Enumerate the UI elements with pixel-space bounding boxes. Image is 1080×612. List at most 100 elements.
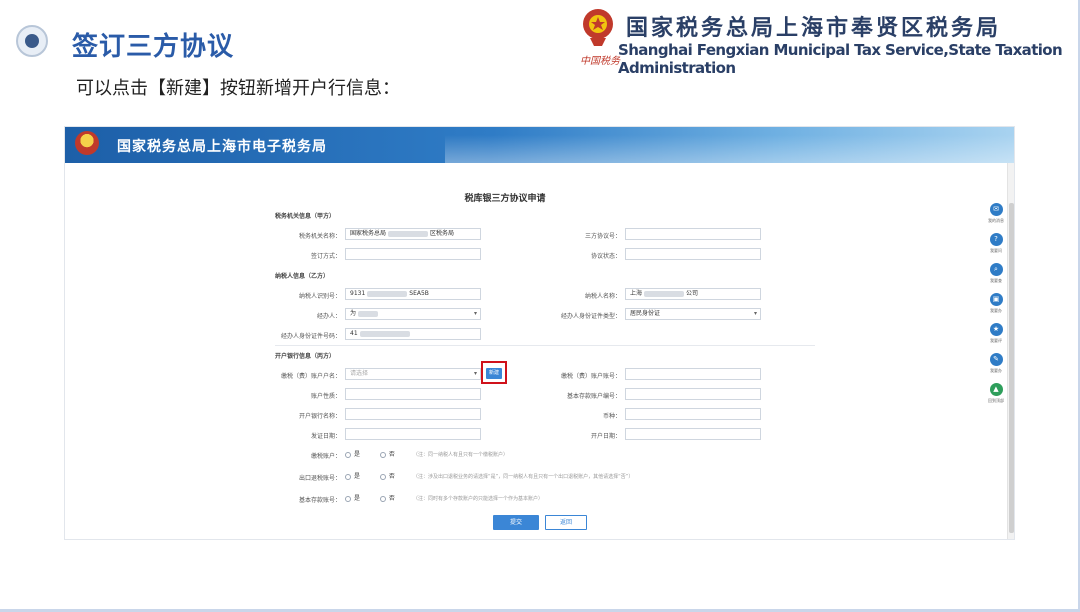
radio-no[interactable] [379, 495, 386, 502]
handler-value: 为 [350, 310, 357, 317]
tax-emblem-icon [583, 9, 613, 46]
briefcase-icon: ▣ [989, 293, 1003, 306]
redacted-mask [388, 230, 429, 237]
bank-name-field[interactable] [345, 408, 481, 420]
issue-date-field[interactable] [345, 428, 481, 440]
radio-no[interactable] [379, 473, 386, 480]
handler-id-type-value: 居民身份证 [630, 310, 661, 317]
slide: 签订三方协议 可以点击【新建】按钮新增开户行信息： 中国税务 国家税务总局上海市… [0, 0, 1080, 612]
sign-method-label: 签订方式： [310, 253, 341, 260]
slide-title: 签订三方协议 [72, 32, 235, 62]
handler-id-no-field[interactable]: 41 [345, 328, 481, 340]
taxpayer-name-value-start: 上海 [630, 290, 643, 297]
export-refund-label: 出口退税账号： [298, 475, 341, 482]
radio-yes[interactable] [345, 495, 351, 502]
pencil-icon: ✎ [989, 353, 1003, 366]
tax-office-label: 税务机关名称： [298, 233, 341, 240]
radio-no-label: 否 [388, 451, 395, 458]
star-icon: ★ [989, 323, 1003, 336]
handler-select[interactable]: 为 [345, 308, 481, 320]
export-refund-note: （注：涉及出口退税业务的请选择“是”，同一纳税人有且只有一个出口退税账户，其他请… [413, 474, 634, 480]
handler-id-type-label: 经办人身份证件类型： [560, 313, 621, 320]
agreement-status-field[interactable] [625, 248, 761, 260]
export-refund-radio-group: 是 否 [345, 471, 395, 480]
bank-account-name-select[interactable]: 请选择 [345, 368, 481, 380]
back-button[interactable]: 返回 [545, 515, 587, 530]
bank-account-no-field[interactable] [625, 368, 761, 380]
sign-method-field[interactable] [345, 248, 481, 260]
instruction-text: 可以点击【新建】按钮新增开户行信息： [76, 78, 400, 99]
etax-title: 国家税务总局上海市电子税务局 [117, 139, 327, 155]
redacted-mask [359, 330, 410, 337]
etax-screenshot: 国家税务总局上海市电子税务局 税库银三方协议申请 税务机关信息（甲方） 税务机关… [64, 126, 1015, 540]
tax-account-radio-group: 是 否 [345, 449, 395, 458]
agreement-no-field[interactable] [625, 228, 761, 240]
tax-account-label: 缴税账户： [310, 453, 341, 460]
etax-logo-icon [75, 131, 99, 155]
bank-name-label: 开户银行名称： [298, 413, 341, 420]
form-title: 税库银三方协议申请 [464, 194, 546, 204]
redacted-mask [644, 290, 685, 297]
message-icon: ✉ [989, 203, 1003, 216]
radio-yes-label: 是 [354, 451, 361, 458]
brand-name-en: Shanghai Fengxian Municipal Tax Service,… [618, 41, 1063, 77]
radio-yes-label: 是 [354, 473, 361, 480]
bullet-icon [16, 25, 48, 57]
handler-id-type-select[interactable]: 居民身份证 [625, 308, 761, 320]
open-date-label: 开户日期： [590, 433, 621, 440]
taxpayer-id-label: 纳税人识别号： [298, 293, 341, 300]
agreement-no-label: 三方协议号： [584, 233, 621, 240]
issue-date-label: 发证日期： [310, 433, 341, 440]
basic-deposit-label: 基本存款账号： [298, 497, 341, 504]
taxpayer-name-value-end: 公司 [686, 290, 699, 297]
basic-account-no-field[interactable] [625, 388, 761, 400]
handler-id-no-value: 41 [350, 330, 358, 337]
handler-label: 经办人： [316, 313, 341, 320]
section-bank: 开户银行信息（丙方） [275, 353, 336, 360]
basic-account-no-label: 基本存款账户编号： [566, 393, 621, 400]
account-nature-field[interactable] [345, 388, 481, 400]
tax-office-field[interactable]: 国家税务总局 区税务局 [345, 228, 481, 240]
bank-account-name-placeholder: 请选择 [350, 370, 369, 377]
radio-yes[interactable] [345, 473, 351, 480]
bank-account-no-label: 缴税（费）账户账号： [560, 373, 621, 380]
bank-account-name-label: 缴税（费）账户户名： [280, 373, 341, 380]
basic-deposit-note: （注：同时有多个存款账户的只能选择一个作为基本账户） [413, 496, 544, 502]
submit-button[interactable]: 提交 [493, 515, 539, 530]
currency-label: 币种： [602, 413, 621, 420]
vertical-scrollbar[interactable] [1007, 163, 1014, 539]
account-nature-label: 账户性质： [310, 393, 341, 400]
radio-yes[interactable] [345, 451, 351, 458]
handler-id-no-label: 经办人身份证件号码： [280, 333, 341, 340]
question-icon: ? [989, 233, 1003, 246]
taxpayer-name-label: 纳税人名称： [584, 293, 621, 300]
taxpayer-name-field[interactable]: 上海 公司 [625, 288, 761, 300]
emblem-text: 中国税务 [580, 56, 620, 67]
tax-office-value-end: 区税务局 [430, 230, 455, 237]
basic-deposit-radio-group: 是 否 [345, 493, 395, 502]
taxpayer-id-field[interactable]: 9131 SEA5B [345, 288, 481, 300]
search-icon: ⌕ [989, 263, 1003, 276]
great-wall-banner [445, 135, 1014, 163]
agreement-status-label: 协议状态： [590, 253, 621, 260]
radio-no-label: 否 [388, 495, 395, 502]
section-tax-authority: 税务机关信息（甲方） [275, 213, 336, 220]
scroll-thumb[interactable] [1009, 203, 1014, 533]
radio-no[interactable] [379, 451, 386, 458]
section-taxpayer: 纳税人信息（乙方） [275, 273, 330, 280]
arrow-up-icon: ▲ [989, 383, 1003, 396]
open-date-field[interactable] [625, 428, 761, 440]
etax-header: 国家税务总局上海市电子税务局 [65, 127, 1014, 163]
section-divider [275, 345, 815, 346]
radio-no-label: 否 [388, 473, 395, 480]
brand-name-cn: 国家税务总局上海市奉贤区税务局 [626, 16, 1002, 41]
new-button-highlight [481, 361, 507, 384]
taxpayer-id-value-end: SEA5B [409, 290, 429, 297]
currency-field[interactable] [625, 408, 761, 420]
redacted-mask [367, 290, 408, 297]
redacted-mask [358, 310, 379, 317]
tax-account-note: （注：同一纳税人有且只有一个缴税账户） [413, 452, 509, 458]
tax-office-value-start: 国家税务总局 [350, 230, 387, 237]
taxpayer-id-value-start: 9131 [350, 290, 366, 297]
brand-header: 中国税务 国家税务总局上海市奉贤区税务局 Shanghai Fengxian M… [578, 6, 1068, 77]
